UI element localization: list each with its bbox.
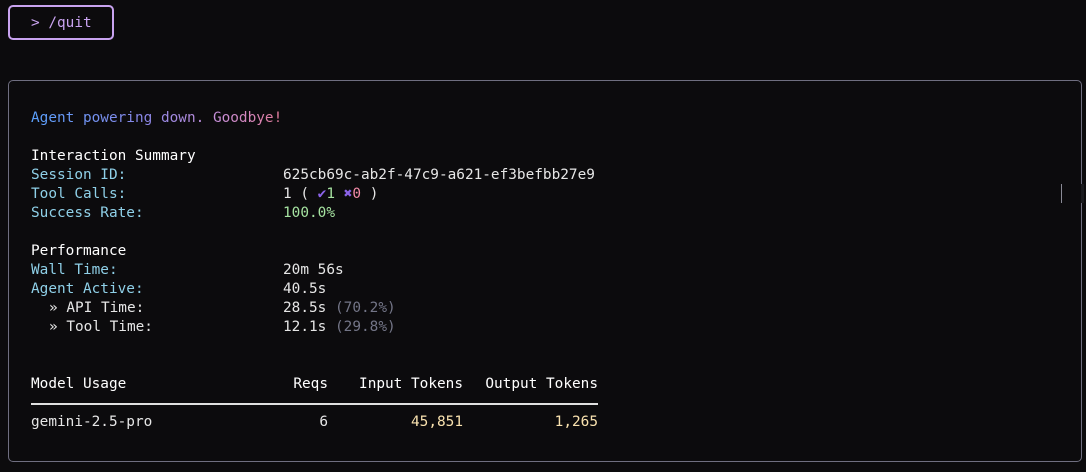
success-rate-label: Success Rate: (31, 205, 144, 221)
model-name-cell: gemini-2.5-pro (31, 414, 153, 430)
reqs-header: Reqs (293, 376, 328, 392)
tool-calls-success: 1 (326, 186, 336, 202)
wall-time-label: Wall Time: (31, 262, 118, 278)
table-divider (31, 403, 598, 405)
input-tokens-header: Input Tokens (359, 376, 463, 392)
prompt-symbol: > (31, 14, 40, 31)
goodbye-message: Agent powering down. Goodbye! (31, 110, 283, 126)
api-time-percent: (70.2%) (335, 300, 396, 316)
tool-calls-label: Tool Calls: (31, 186, 127, 202)
agent-active-label: Agent Active: (31, 281, 144, 297)
command-text: /quit (48, 14, 92, 31)
performance-heading: Performance (31, 243, 127, 259)
command-input-box[interactable]: > /quit (8, 5, 114, 40)
tool-time-value: 12.1s (29.8%) (283, 318, 396, 337)
input-tokens-cell: 45,851 (411, 414, 463, 430)
api-time-value: 28.5s (70.2%) (283, 299, 396, 318)
tool-calls-value: 1 ( ✔1 ✖0 ) (283, 186, 379, 202)
scrollbar-edge (1081, 184, 1084, 203)
session-id-value: 625cb69c-ab2f-47c9-a621-ef3befbb27e9 (283, 167, 595, 183)
api-time-label: » API Time: (49, 300, 145, 316)
tool-calls-total: 1 (283, 186, 292, 202)
agent-active-value: 40.5s (283, 281, 327, 297)
reqs-cell: 6 (319, 414, 328, 430)
output-tokens-header: Output Tokens (485, 376, 598, 392)
wall-time-value: 20m 56s (283, 262, 344, 278)
success-rate-value: 100.0% (283, 205, 335, 221)
interaction-summary-heading: Interaction Summary (31, 148, 196, 164)
scrollbar-thumb[interactable] (1061, 184, 1062, 203)
tool-time-label: » Tool Time: (49, 319, 153, 335)
tool-calls-fail: 0 (352, 186, 362, 202)
model-usage-header: Model Usage (31, 376, 127, 392)
session-id-label: Session ID: (31, 167, 127, 183)
api-time-amount: 28.5s (283, 300, 327, 316)
tool-time-amount: 12.1s (283, 319, 327, 335)
tool-time-percent: (29.8%) (335, 319, 396, 335)
output-tokens-cell: 1,265 (554, 414, 598, 430)
